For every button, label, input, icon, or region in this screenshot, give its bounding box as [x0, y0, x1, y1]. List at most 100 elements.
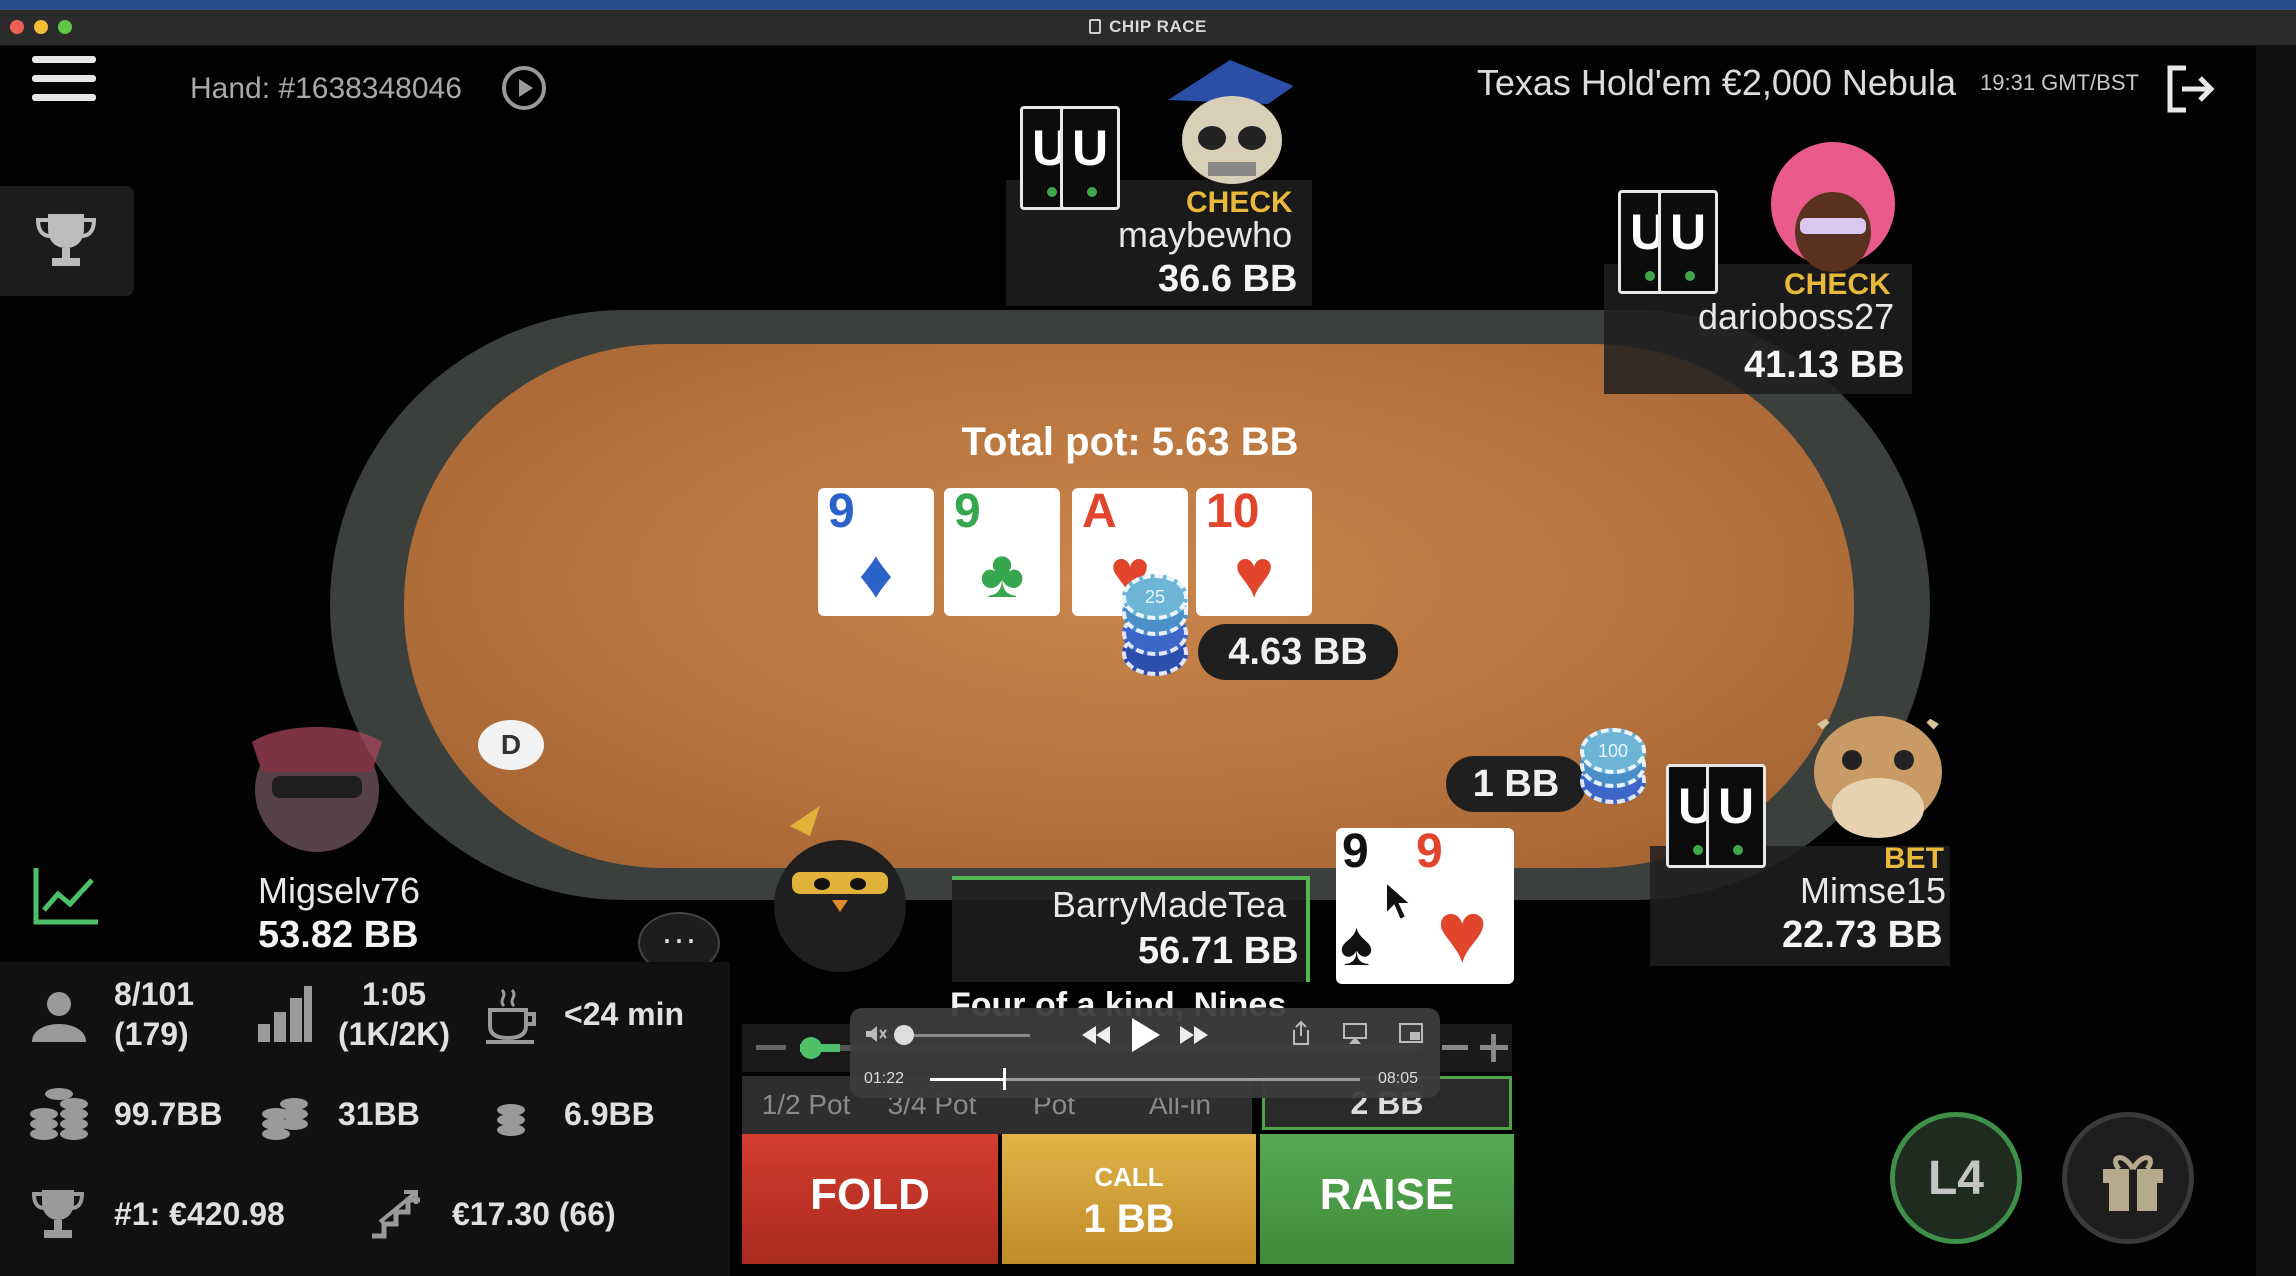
board-card-4: 10 ♥ [1196, 485, 1312, 616]
level-badge[interactable]: L4 [1890, 1112, 2022, 1244]
cow-avatar [1802, 706, 1954, 838]
player-name[interactable]: Mimse15 [1800, 870, 1946, 912]
bet-pill: 1 BB [1446, 756, 1586, 812]
raise-button[interactable]: RAISE [1260, 1134, 1514, 1264]
heart-icon: ♥ [1233, 536, 1275, 612]
chart-icon[interactable] [32, 866, 100, 926]
hand-replay-icon[interactable] [502, 66, 546, 110]
trophy-icon [31, 1190, 85, 1238]
call-amount: 1 BB [1083, 1197, 1175, 1241]
table-info: Texas Hold'em €2,000 Nebula [1476, 62, 1956, 103]
coffee-break-icon [486, 988, 536, 1044]
hidden-card-logo: U [1071, 120, 1109, 176]
first-prize: #1: €420.98 [114, 1196, 285, 1232]
pot-chip-stack: 25 [1122, 574, 1188, 680]
hidden-card: U [1060, 106, 1120, 210]
short-stack-value: 6.9BB [564, 1096, 655, 1132]
document-icon [1089, 19, 1102, 34]
window-title: CHIP RACE [0, 17, 2296, 37]
players-icon [32, 992, 86, 1042]
player-stack: 53.82 BB [258, 914, 419, 956]
average-stack-icon [30, 1088, 88, 1140]
card-rank: 9 [1342, 825, 1369, 878]
fold-label: FOLD [810, 1170, 930, 1219]
hero-card-2: 9 ♥ [1410, 825, 1514, 984]
skull-wizard-avatar [1168, 60, 1294, 184]
clock: 19:31 GMT/BST [1980, 70, 2139, 95]
heart-icon: ♥ [1436, 885, 1488, 981]
preset-half-pot[interactable]: 1/2 Pot [746, 1082, 866, 1128]
call-label: CALL [1094, 1162, 1164, 1192]
fast-forward-icon[interactable] [1178, 1024, 1210, 1046]
players-remaining: 8/101 [114, 976, 195, 1012]
menu-icon[interactable] [32, 56, 96, 112]
picture-in-picture-icon[interactable] [1398, 1022, 1424, 1044]
slider-minus-icon[interactable] [1442, 1045, 1468, 1050]
blinds-timer: 1:05 [362, 976, 427, 1012]
video-playhead[interactable] [1003, 1068, 1007, 1090]
level-badge-text: L4 [1927, 1152, 1984, 1205]
player-name[interactable]: darioboss27 [1698, 296, 1894, 338]
chip-value: 100 [1580, 728, 1646, 774]
airplay-icon[interactable] [1342, 1022, 1368, 1046]
hero-name: BarryMadeTea [1052, 884, 1287, 925]
page: CHIP RACE Hand: #1638348046 Texas Hold'e… [0, 0, 2296, 1276]
card-rank: 9 [828, 485, 855, 538]
share-icon[interactable] [1290, 1020, 1312, 1046]
blinds-level-icon [258, 986, 312, 1042]
rewind-icon[interactable] [1080, 1024, 1112, 1046]
slider-handle[interactable] [800, 1037, 822, 1059]
stack-icon [262, 1098, 308, 1140]
gift-button[interactable] [2062, 1112, 2194, 1244]
menu-bar-strip [0, 0, 2296, 10]
total-pot: Total pot: 5.63 BB [961, 420, 1299, 464]
chip-value: 25 [1122, 574, 1188, 620]
volume-slider[interactable] [900, 1034, 1030, 1037]
players-total: (179) [114, 1016, 189, 1052]
short-stack-icon [497, 1104, 525, 1136]
play-icon[interactable] [1128, 1016, 1162, 1054]
hidden-card: U [1658, 190, 1718, 294]
card-rank: A [1082, 485, 1117, 538]
board-card-1: 9 ♦ [818, 485, 934, 616]
video-progress-fill [930, 1078, 1004, 1081]
video-total: 08:05 [1378, 1070, 1419, 1087]
call-button[interactable]: CALL 1 BB [1002, 1134, 1256, 1264]
fold-button[interactable]: FOLD [742, 1134, 998, 1264]
trophy-icon [35, 214, 97, 266]
hidden-card: U [1706, 764, 1766, 868]
tournament-lobby-button[interactable] [0, 186, 134, 296]
masked-avatar [252, 727, 382, 852]
gift-icon [2103, 1155, 2163, 1211]
card-rank: 9 [1416, 825, 1443, 878]
hero-stack: 56.71 BB [1138, 930, 1299, 972]
player-stack: 41.13 BB [1744, 344, 1905, 386]
diamond-icon: ♦ [858, 536, 894, 612]
player-name[interactable]: Migselv76 [258, 870, 420, 912]
player-name[interactable]: maybewho [1118, 214, 1292, 256]
hand-number: Hand: #1638348046 [190, 72, 462, 105]
slider-minus-icon[interactable] [756, 1045, 786, 1050]
payout-steps-icon [372, 1190, 420, 1239]
ninja-penguin-avatar [774, 806, 906, 972]
volume-knob[interactable] [894, 1025, 914, 1045]
exit-table-icon[interactable] [2164, 64, 2216, 114]
blinds-level: (1K/2K) [338, 1016, 451, 1052]
card-rank: 10 [1206, 485, 1260, 538]
mute-icon[interactable] [864, 1024, 888, 1044]
club-icon: ♣ [979, 536, 1025, 612]
video-player-overlay: 01:22 08:05 [850, 1008, 1440, 1098]
window-titlebar: CHIP RACE [0, 10, 2296, 46]
mouse-cursor-icon [1385, 880, 1414, 922]
hidden-card-logo: U [1669, 204, 1707, 260]
pot-bet-pill: 4.63 BB [1198, 624, 1398, 680]
board-card-2: 9 ♣ [944, 485, 1060, 616]
break-timer: <24 min [564, 996, 685, 1032]
stack-value: 31BB [338, 1096, 420, 1132]
hidden-card-logo: U [1717, 778, 1755, 834]
video-elapsed: 01:22 [864, 1070, 905, 1087]
window-edge [2256, 46, 2296, 1276]
average-stack: 99.7BB [114, 1096, 223, 1132]
player-stack: 36.6 BB [1158, 258, 1298, 300]
bet-chip-stack: 100 [1580, 728, 1646, 808]
